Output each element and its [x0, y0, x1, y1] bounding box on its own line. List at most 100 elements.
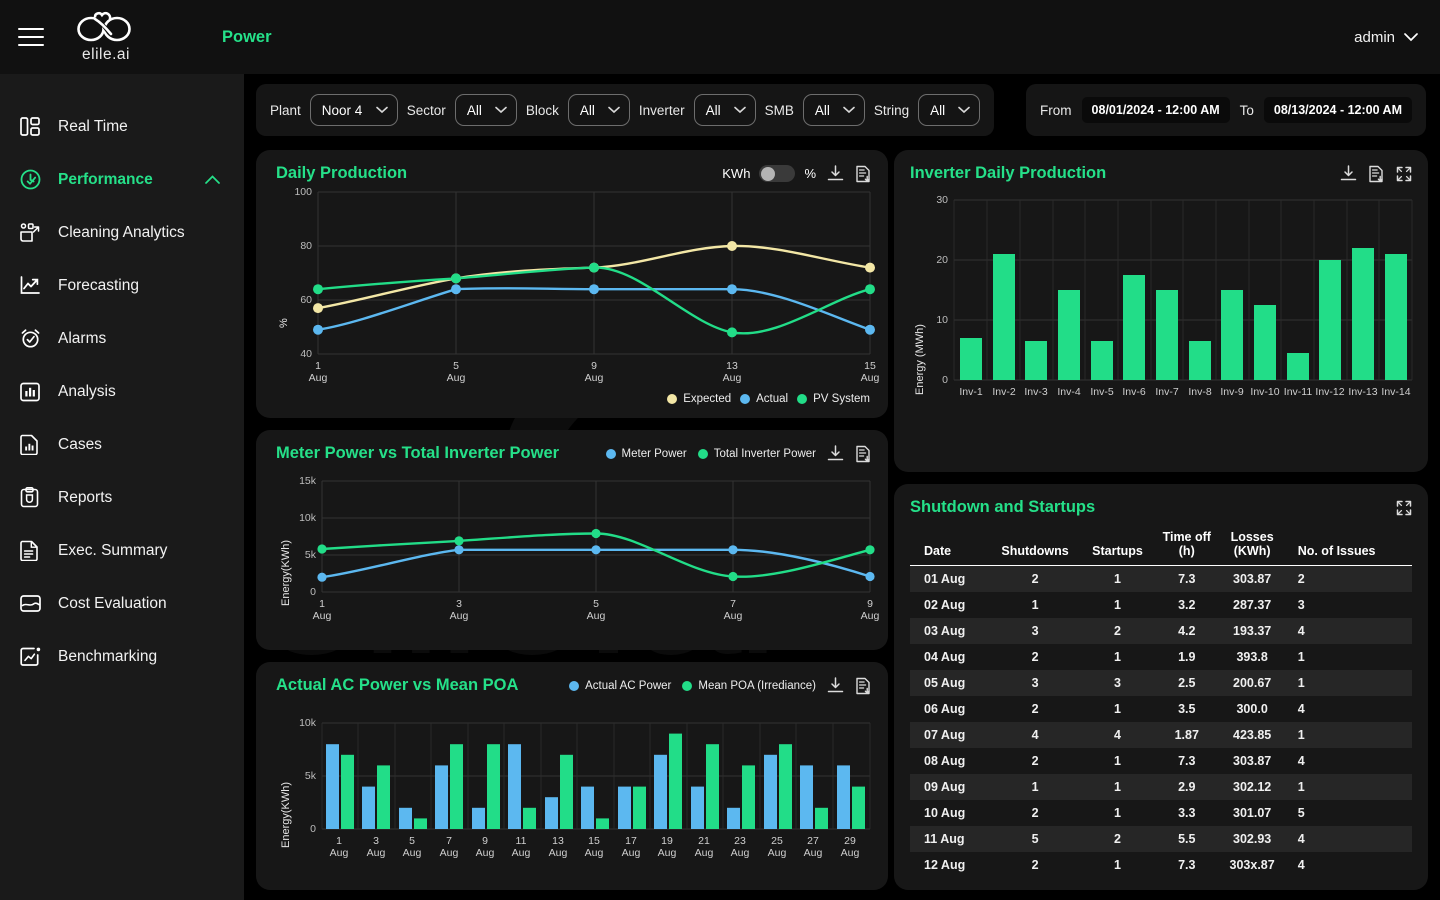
cell-losses: 300.0	[1236, 702, 1268, 716]
sidebar-item-reports[interactable]: Reports	[0, 471, 244, 524]
column-header-time-off[interactable]: Time off (h)	[1152, 528, 1221, 566]
panel-shutdown-startups: Shutdown and Startups Date Shutdowns Sta…	[894, 484, 1428, 890]
x-tick: 5 Aug	[402, 835, 422, 859]
cell-losses: 303.87	[1233, 754, 1272, 768]
table-row[interactable]: 05 Aug 3 3 2.5 200.67 1	[910, 670, 1412, 696]
sidebar-item-exec-summary[interactable]: Exec. Summary	[0, 524, 244, 577]
filter-select-block[interactable]: All	[567, 94, 630, 126]
x-tick: 21 Aug	[694, 835, 714, 859]
sidebar-item-performance[interactable]: Performance	[0, 153, 244, 206]
legend-label: Mean POA (Irrediance)	[698, 679, 816, 692]
x-tick: 7 Aug	[723, 598, 743, 622]
download-icon[interactable]	[827, 165, 844, 182]
cell-issues: 1	[1297, 728, 1305, 742]
column-header-date[interactable]: Date	[910, 528, 988, 566]
export-report-icon[interactable]	[855, 165, 872, 183]
filter-value-sector: All	[466, 102, 482, 118]
download-icon[interactable]	[1340, 165, 1357, 182]
sidebar-item-alarms[interactable]: Alarms	[0, 312, 244, 365]
cell-losses: 303.87	[1233, 572, 1272, 586]
table-body: 01 Aug 2 1 7.3 303.87 2 02 Aug 1 1 3.2 287.37 3 03 A…	[910, 565, 1412, 879]
table-row[interactable]: 07 Aug 4 4 1.87 423.85 1	[910, 722, 1412, 748]
cell-date: 05 Aug	[924, 676, 966, 690]
filter-select-smb[interactable]: All	[802, 94, 865, 126]
date-to-value: 08/13/2024 - 12:00 AM	[1273, 103, 1402, 117]
x-tick: 17 Aug	[621, 835, 641, 859]
hamburger-icon[interactable]	[18, 28, 44, 46]
cell-time-off: 5.5	[1178, 832, 1196, 846]
brand-logo[interactable]: elile.ai	[60, 10, 152, 64]
cell-startups: 1	[1114, 572, 1121, 586]
legend-item[interactable]: Actual	[740, 393, 788, 405]
column-header-issues[interactable]: No. of Issues	[1283, 528, 1412, 566]
table-row[interactable]: 02 Aug 1 1 3.2 287.37 3	[910, 592, 1412, 618]
filter-label-inverter: Inverter	[638, 102, 685, 118]
table-row[interactable]: 09 Aug 1 1 2.9 302.12 1	[910, 774, 1412, 800]
panel-inverter-daily-production: Inverter Daily Production Energy (MWh) 0	[894, 150, 1428, 472]
filter-select-plant[interactable]: Noor 4	[309, 94, 398, 126]
legend-item[interactable]: Meter Power	[605, 448, 687, 460]
sidebar-item-forecasting[interactable]: Forecasting	[0, 259, 244, 312]
sidebar-item-cost-evaluation[interactable]: Cost Evaluation	[0, 577, 244, 630]
date-to-input[interactable]: 08/13/2024 - 12:00 AM	[1263, 97, 1412, 123]
table-row[interactable]: 08 Aug 2 1 7.3 303.87 4	[910, 748, 1412, 774]
table-row[interactable]: 10 Aug 2 1 3.3 301.07 5	[910, 800, 1412, 826]
filter-select-inverter[interactable]: All	[693, 94, 756, 126]
column-header-shutdowns[interactable]: Shutdowns	[988, 528, 1083, 566]
cell-date: 08 Aug	[924, 754, 966, 768]
user-menu[interactable]: admin	[1354, 29, 1418, 46]
table-row[interactable]: 11 Aug 5 2 5.5 302.93 4	[910, 826, 1412, 852]
filter-select-string[interactable]: All	[918, 94, 981, 126]
unit-toggle-switch[interactable]	[759, 165, 796, 182]
table-row[interactable]: 06 Aug 2 1 3.5 300.0 4	[910, 696, 1412, 722]
legend-item[interactable]: Actual AC Power	[569, 680, 671, 692]
chevron-down-icon	[843, 106, 855, 114]
legend-item[interactable]: Mean POA (Irrediance)	[682, 680, 816, 692]
panel-meter-vs-inverter: Meter Power vs Total Inverter Power Mete…	[256, 430, 888, 650]
legend-item[interactable]: Total Inverter Power	[697, 448, 816, 460]
sidebar-item-cleaning-analytics[interactable]: Cleaning Analytics	[0, 206, 244, 259]
main-content: Plant Noor 4 Sector All Block All Invert…	[244, 74, 1440, 900]
x-tick: 25 Aug	[767, 835, 787, 859]
chevron-up-icon[interactable]	[205, 171, 220, 189]
table-row[interactable]: 04 Aug 2 1 1.9 393.8 1	[910, 644, 1412, 670]
dashboard-icon	[20, 115, 48, 139]
cell-startups: 1	[1114, 806, 1121, 820]
legend-item[interactable]: PV System	[797, 393, 870, 405]
download-icon[interactable]	[827, 445, 844, 462]
filter-value-inverter: All	[705, 102, 721, 118]
sidebar-item-real-time[interactable]: Real Time	[0, 100, 244, 153]
expand-icon[interactable]	[1396, 166, 1412, 182]
table-row[interactable]: 01 Aug 2 1 7.3 303.87 2	[910, 565, 1412, 592]
cleaning-icon	[20, 221, 48, 245]
legend-label: PV System	[813, 393, 870, 405]
expand-icon[interactable]	[1396, 500, 1412, 516]
export-report-icon[interactable]	[1368, 165, 1385, 183]
column-header-startups[interactable]: Startups	[1082, 528, 1153, 566]
sidebar-item-label: Forecasting	[58, 276, 139, 294]
column-header-losses[interactable]: Losses (KWh)	[1220, 528, 1284, 566]
legend-item[interactable]: Expected	[667, 393, 731, 405]
sidebar-item-label: Reports	[58, 488, 113, 506]
export-report-icon[interactable]	[855, 677, 872, 695]
cell-losses: 287.37	[1233, 598, 1272, 612]
x-tick: 13 Aug	[548, 835, 568, 859]
cell-time-off: 7.3	[1178, 572, 1196, 586]
date-from-value: 08/01/2024 - 12:00 AM	[1091, 103, 1220, 117]
cell-shutdowns: 2	[1031, 858, 1039, 872]
cell-time-off: 2.9	[1178, 780, 1196, 794]
filter-select-sector[interactable]: All	[454, 94, 517, 126]
sidebar-item-benchmarking[interactable]: Benchmarking	[0, 630, 244, 683]
cell-shutdowns: 4	[1031, 728, 1039, 742]
cell-time-off: 1.9	[1178, 650, 1196, 664]
date-from-input[interactable]: 08/01/2024 - 12:00 AM	[1081, 97, 1230, 123]
table-row[interactable]: 03 Aug 3 2 4.2 193.37 4	[910, 618, 1412, 644]
export-report-icon[interactable]	[855, 445, 872, 463]
sidebar-item-cases[interactable]: Cases	[0, 418, 244, 471]
sidebar-item-analysis[interactable]: Analysis	[0, 365, 244, 418]
cell-losses: 301.07	[1233, 806, 1272, 820]
download-icon[interactable]	[827, 677, 844, 694]
chevron-down-icon	[375, 106, 388, 114]
table-row[interactable]: 12 Aug 2 1 7.3 303x.87 4	[910, 852, 1412, 878]
ac-vs-poa-chart	[321, 722, 871, 830]
